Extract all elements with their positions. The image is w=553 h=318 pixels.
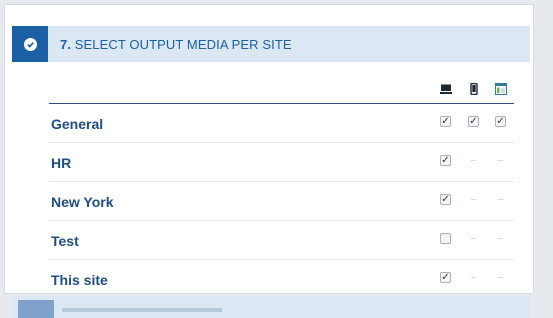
web-checkbox[interactable] bbox=[495, 116, 506, 127]
step-number: 7. bbox=[60, 36, 72, 52]
site-name: New York bbox=[51, 194, 114, 210]
web-disabled-dash: – bbox=[497, 194, 504, 205]
next-step-badge bbox=[18, 300, 54, 318]
desktop-checkbox[interactable] bbox=[440, 116, 451, 127]
site-row-new-york: New York – – bbox=[49, 182, 514, 221]
mobile-disabled-dash: – bbox=[470, 155, 477, 166]
site-name: HR bbox=[51, 155, 72, 171]
web-disabled-dash: – bbox=[497, 272, 504, 283]
site-row-this-site: This site – – bbox=[49, 260, 514, 298]
next-step-header[interactable] bbox=[12, 296, 530, 318]
web-disabled-dash: – bbox=[497, 233, 504, 244]
mobile-disabled-dash: – bbox=[470, 272, 477, 283]
step-header[interactable]: 7. SELECT OUTPUT MEDIA PER SITE bbox=[12, 26, 530, 62]
step-title: 7. SELECT OUTPUT MEDIA PER SITE bbox=[60, 37, 292, 52]
next-step-title-placeholder bbox=[62, 308, 222, 312]
site-row-test: Test – – bbox=[49, 221, 514, 260]
mobile-disabled-dash: – bbox=[470, 194, 477, 205]
step-title-text: SELECT OUTPUT MEDIA PER SITE bbox=[74, 36, 292, 52]
site-row-hr: HR – – bbox=[49, 143, 514, 182]
step-status-badge bbox=[12, 26, 48, 62]
desktop-checkbox[interactable] bbox=[440, 272, 451, 283]
media-column-headers bbox=[0, 82, 553, 98]
desktop-checkbox[interactable] bbox=[440, 233, 451, 244]
desktop-checkbox[interactable] bbox=[440, 194, 451, 205]
check-circle-icon bbox=[23, 37, 37, 51]
site-name: This site bbox=[51, 272, 108, 288]
web-disabled-dash: – bbox=[497, 155, 504, 166]
site-list: General HR – – New York – – Test – – Thi… bbox=[49, 104, 514, 298]
site-name: Test bbox=[51, 233, 79, 249]
site-name: General bbox=[51, 116, 104, 132]
desktop-icon bbox=[440, 82, 452, 100]
mobile-checkbox[interactable] bbox=[468, 116, 479, 127]
mobile-disabled-dash: – bbox=[470, 233, 477, 244]
desktop-checkbox[interactable] bbox=[440, 155, 451, 166]
web-page-icon bbox=[495, 82, 507, 100]
site-row-general: General bbox=[49, 104, 514, 143]
mobile-icon bbox=[468, 82, 480, 100]
